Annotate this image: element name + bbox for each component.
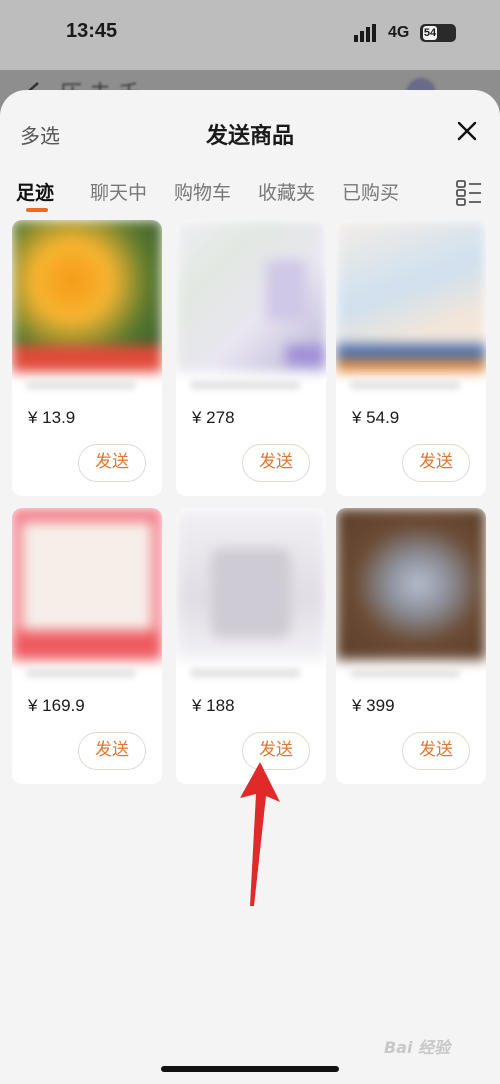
product-card[interactable]: ¥ 169.9 发送	[12, 508, 162, 784]
signal-icon	[354, 24, 376, 42]
send-button[interactable]: 发送	[402, 732, 470, 770]
product-price: ¥ 169.9	[28, 696, 85, 715]
send-button[interactable]: 发送	[78, 732, 146, 770]
product-price: ¥ 399	[352, 696, 395, 715]
active-tab-indicator	[26, 208, 48, 212]
annotation-arrow-icon	[240, 762, 280, 906]
tab-chatting[interactable]: 聊天中	[90, 178, 147, 205]
send-button[interactable]: 发送	[78, 444, 146, 482]
product-thumbnail	[12, 220, 162, 372]
product-price: ¥ 54.9	[352, 408, 400, 427]
network-label: 4G	[388, 24, 410, 41]
tab-footprint[interactable]: 足迹	[16, 178, 54, 205]
product-price: ¥ 188	[192, 696, 235, 715]
send-product-sheet: 多选 发送商品 足迹 聊天中 购物车 收藏夹 已购买 ¥ 13.9 发送 ¥ 2…	[0, 90, 500, 1084]
tab-cart[interactable]: 购物车	[174, 178, 231, 205]
product-thumbnail	[176, 220, 326, 372]
tab-purchased[interactable]: 已购买	[342, 178, 399, 205]
home-indicator[interactable]	[161, 1066, 339, 1072]
close-icon[interactable]	[456, 120, 478, 142]
product-price: ¥ 278	[192, 408, 235, 427]
product-thumbnail	[12, 508, 162, 660]
status-bar: 13:45 4G 54	[0, 0, 500, 70]
list-view-icon[interactable]	[456, 180, 482, 206]
product-card[interactable]: ¥ 188 发送	[176, 508, 326, 784]
product-card[interactable]: ¥ 54.9 发送	[336, 220, 486, 496]
product-card[interactable]: ¥ 13.9 发送	[12, 220, 162, 496]
product-card[interactable]: ¥ 399 发送	[336, 508, 486, 784]
battery-level: 54	[423, 26, 437, 40]
product-thumbnail	[336, 508, 486, 660]
battery-icon: 54	[420, 24, 456, 42]
product-card[interactable]: ¥ 278 发送	[176, 220, 326, 496]
product-price: ¥ 13.9	[28, 408, 76, 427]
send-button[interactable]: 发送	[402, 444, 470, 482]
watermark: Bai 经验	[384, 1038, 451, 1057]
send-button[interactable]: 发送	[242, 444, 310, 482]
sheet-title: 发送商品	[205, 124, 294, 149]
product-thumbnail	[336, 220, 486, 372]
tab-favorites[interactable]: 收藏夹	[258, 178, 315, 205]
product-thumbnail	[176, 508, 326, 660]
status-time: 13:45	[66, 20, 118, 42]
